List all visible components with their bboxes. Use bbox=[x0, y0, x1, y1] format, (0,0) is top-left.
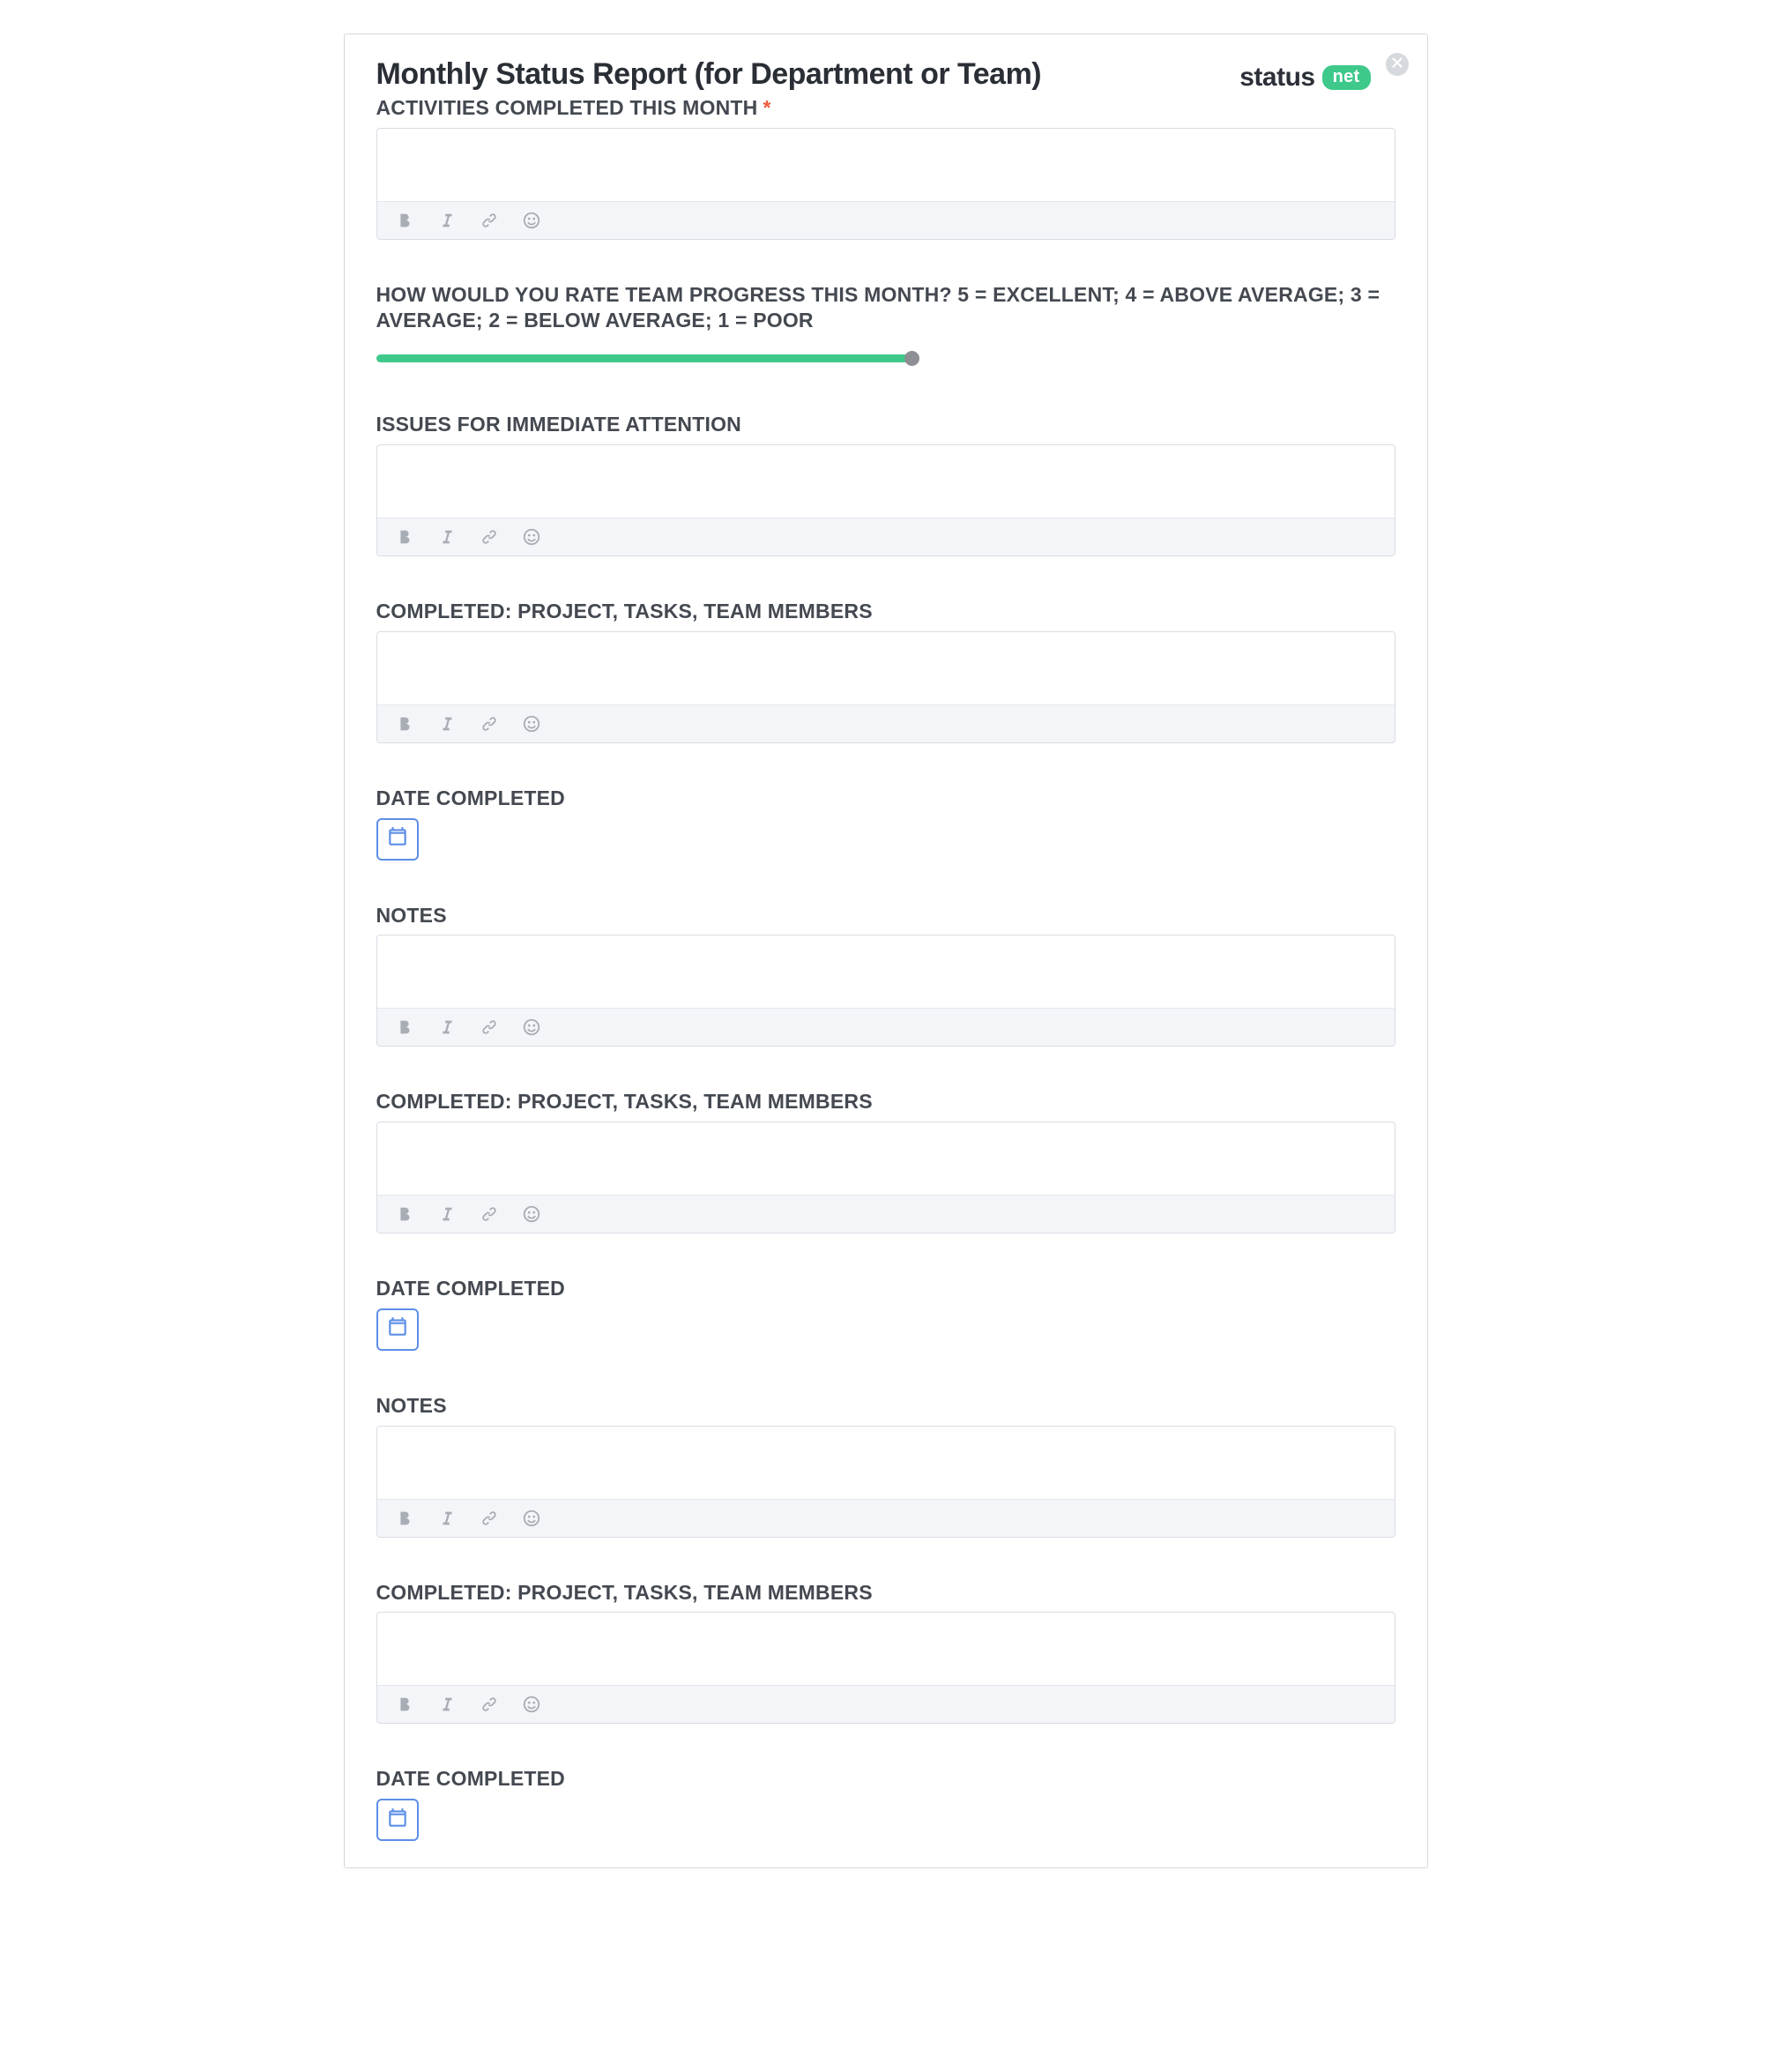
italic-icon[interactable] bbox=[435, 209, 458, 232]
field-label: NOTES bbox=[376, 903, 1395, 928]
field-label: HOW WOULD YOU RATE TEAM PROGRESS THIS MO… bbox=[376, 282, 1395, 333]
required-star: * bbox=[763, 96, 770, 119]
link-icon[interactable] bbox=[478, 1693, 501, 1716]
brand-pill: net bbox=[1322, 65, 1371, 90]
richtext-field bbox=[376, 1612, 1395, 1724]
richtext-toolbar bbox=[377, 201, 1395, 239]
field-date_2: DATE COMPLETED bbox=[376, 1276, 1395, 1351]
bold-icon[interactable] bbox=[393, 712, 416, 735]
field-label: COMPLETED: PROJECT, TASKS, TEAM MEMBERS bbox=[376, 599, 1395, 624]
close-button[interactable] bbox=[1386, 53, 1409, 76]
emoji-icon[interactable] bbox=[520, 525, 543, 548]
field-rating: HOW WOULD YOU RATE TEAM PROGRESS THIS MO… bbox=[376, 282, 1395, 370]
field-label: COMPLETED: PROJECT, TASKS, TEAM MEMBERS bbox=[376, 1089, 1395, 1114]
close-icon bbox=[1392, 56, 1403, 72]
field-date_3: DATE COMPLETED bbox=[376, 1766, 1395, 1841]
italic-icon[interactable] bbox=[435, 1203, 458, 1226]
form-card: Monthly Status Report (for Department or… bbox=[344, 34, 1428, 1868]
richtext-input[interactable] bbox=[377, 129, 1395, 201]
date-picker-button[interactable] bbox=[376, 1799, 419, 1841]
bold-icon[interactable] bbox=[393, 1016, 416, 1039]
field-completed_1: COMPLETED: PROJECT, TASKS, TEAM MEMBERS bbox=[376, 599, 1395, 743]
brand-word: status bbox=[1239, 63, 1314, 93]
field-activities: ACTIVITIES COMPLETED THIS MONTH* bbox=[376, 95, 1395, 240]
italic-icon[interactable] bbox=[435, 525, 458, 548]
richtext-input[interactable] bbox=[377, 632, 1395, 704]
field-notes_1: NOTES bbox=[376, 903, 1395, 1047]
field-label: DATE COMPLETED bbox=[376, 786, 1395, 811]
brand-logo: status net bbox=[1239, 63, 1370, 93]
richtext-field bbox=[376, 631, 1395, 743]
emoji-icon[interactable] bbox=[520, 1507, 543, 1530]
link-icon[interactable] bbox=[478, 1203, 501, 1226]
field-label: NOTES bbox=[376, 1393, 1395, 1419]
emoji-icon[interactable] bbox=[520, 209, 543, 232]
date-picker-button[interactable] bbox=[376, 818, 419, 861]
richtext-toolbar bbox=[377, 1685, 1395, 1723]
emoji-icon[interactable] bbox=[520, 1693, 543, 1716]
italic-icon[interactable] bbox=[435, 1016, 458, 1039]
italic-icon[interactable] bbox=[435, 1507, 458, 1530]
calendar-icon bbox=[386, 825, 409, 853]
richtext-toolbar bbox=[377, 704, 1395, 742]
richtext-toolbar bbox=[377, 1195, 1395, 1233]
calendar-icon bbox=[386, 1315, 409, 1343]
richtext-toolbar bbox=[377, 518, 1395, 555]
richtext-field bbox=[376, 1122, 1395, 1234]
richtext-field bbox=[376, 444, 1395, 556]
rating-slider[interactable] bbox=[376, 347, 912, 369]
field-notes_2: NOTES bbox=[376, 1393, 1395, 1538]
field-label: COMPLETED: PROJECT, TASKS, TEAM MEMBERS bbox=[376, 1580, 1395, 1606]
link-icon[interactable] bbox=[478, 712, 501, 735]
field-label: DATE COMPLETED bbox=[376, 1766, 1395, 1792]
emoji-icon[interactable] bbox=[520, 1016, 543, 1039]
richtext-field bbox=[376, 128, 1395, 240]
link-icon[interactable] bbox=[478, 525, 501, 548]
bold-icon[interactable] bbox=[393, 1203, 416, 1226]
richtext-input[interactable] bbox=[377, 1427, 1395, 1499]
slider-thumb[interactable] bbox=[904, 351, 919, 366]
richtext-input[interactable] bbox=[377, 445, 1395, 518]
richtext-input[interactable] bbox=[377, 1613, 1395, 1685]
bold-icon[interactable] bbox=[393, 1507, 416, 1530]
field-label: ISSUES FOR IMMEDIATE ATTENTION bbox=[376, 412, 1395, 437]
field-completed_3: COMPLETED: PROJECT, TASKS, TEAM MEMBERS bbox=[376, 1580, 1395, 1725]
field-label: DATE COMPLETED bbox=[376, 1276, 1395, 1301]
richtext-input[interactable] bbox=[377, 1122, 1395, 1195]
italic-icon[interactable] bbox=[435, 712, 458, 735]
field-date_1: DATE COMPLETED bbox=[376, 786, 1395, 861]
link-icon[interactable] bbox=[478, 1507, 501, 1530]
field-label: ACTIVITIES COMPLETED THIS MONTH* bbox=[376, 95, 1395, 121]
calendar-icon bbox=[386, 1807, 409, 1834]
bold-icon[interactable] bbox=[393, 1693, 416, 1716]
richtext-toolbar bbox=[377, 1008, 1395, 1046]
field-issues: ISSUES FOR IMMEDIATE ATTENTION bbox=[376, 412, 1395, 556]
richtext-toolbar bbox=[377, 1499, 1395, 1537]
richtext-field bbox=[376, 1426, 1395, 1538]
emoji-icon[interactable] bbox=[520, 1203, 543, 1226]
bold-icon[interactable] bbox=[393, 525, 416, 548]
date-picker-button[interactable] bbox=[376, 1308, 419, 1351]
bold-icon[interactable] bbox=[393, 209, 416, 232]
richtext-input[interactable] bbox=[377, 935, 1395, 1008]
slider-track bbox=[376, 354, 912, 362]
field-completed_2: COMPLETED: PROJECT, TASKS, TEAM MEMBERS bbox=[376, 1089, 1395, 1234]
emoji-icon[interactable] bbox=[520, 712, 543, 735]
richtext-field bbox=[376, 935, 1395, 1047]
italic-icon[interactable] bbox=[435, 1693, 458, 1716]
link-icon[interactable] bbox=[478, 1016, 501, 1039]
link-icon[interactable] bbox=[478, 209, 501, 232]
page-title: Monthly Status Report (for Department or… bbox=[376, 57, 1042, 92]
